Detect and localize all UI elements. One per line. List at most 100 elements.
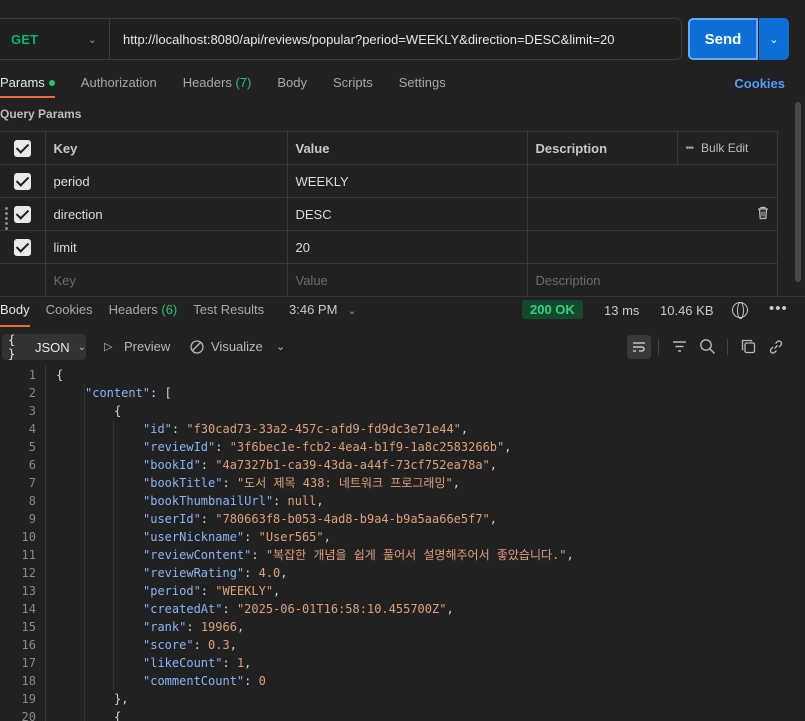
response-body-viewer[interactable]: 1{2 "content": [3{4 "id": "f30cad73-33a2-4… — [0, 366, 805, 721]
active-dot-icon — [48, 79, 55, 86]
bulk-edit-icon: ••• — [685, 142, 694, 154]
new-param-row: Key Value Description — [0, 263, 778, 297]
line-number: 1 — [28, 368, 36, 382]
select-all-cell[interactable] — [0, 131, 46, 165]
response-time[interactable]: 13 ms — [604, 303, 639, 318]
indent-guide — [113, 420, 114, 690]
new-param-value-input[interactable]: Value — [286, 263, 528, 297]
column-header-description: Description — [526, 131, 678, 165]
tab-test-results[interactable]: Test Results — [193, 302, 264, 326]
tab-body[interactable]: Body — [277, 70, 307, 100]
checkbox-checked-icon[interactable] — [13, 205, 31, 223]
code-line: 14 "createdAt": "2025-06-01T16:58:10.4557… — [0, 600, 805, 618]
code-text: "bookThumbnailUrl": null, — [143, 494, 324, 508]
response-size[interactable]: 10.46 KB — [660, 303, 714, 318]
code-line: 19}, — [0, 690, 805, 708]
line-number: 4 — [28, 422, 36, 436]
method-select[interactable]: GET ⌄ — [0, 19, 110, 59]
code-text: { — [114, 710, 122, 721]
line-number: 7 — [28, 476, 36, 490]
globe-icon[interactable] — [732, 302, 748, 319]
send-button[interactable]: Send — [688, 18, 758, 60]
code-text: { — [114, 404, 122, 418]
tab-response-headers[interactable]: Headers (6) — [109, 302, 178, 326]
chevron-down-icon[interactable]: ⌄ — [276, 340, 285, 353]
toolbar-divider — [727, 339, 728, 355]
param-value[interactable]: 20 — [286, 230, 528, 264]
code-text: "commentCount": 0 — [143, 674, 266, 688]
url-input[interactable]: http://localhost:8080/api/reviews/popula… — [110, 32, 615, 47]
chevron-down-icon: ⌄ — [77, 341, 86, 353]
code-text: "period": "WEEKLY", — [143, 584, 281, 598]
line-number: 5 — [28, 440, 36, 454]
code-text: "reviewId": "3f6bec1e-fcb2-4ea4-b1f9-1a8… — [143, 440, 512, 454]
code-line: 16 "score": 0.3, — [0, 636, 805, 654]
request-tabs: Params Authorization Headers (7) Body Sc… — [0, 70, 805, 100]
link-icon[interactable] — [768, 339, 784, 355]
tab-headers[interactable]: Headers (7) — [183, 70, 252, 100]
tab-params[interactable]: Params — [0, 70, 55, 100]
param-key[interactable]: limit — [44, 230, 288, 264]
visualize-button[interactable]: Visualize — [211, 339, 263, 354]
copy-icon[interactable] — [741, 339, 756, 354]
checkbox-checked-icon[interactable] — [13, 172, 31, 190]
response-tabs: Body Cookies Headers (6) Test Results — [0, 302, 280, 327]
drag-handle-icon[interactable] — [5, 207, 13, 230]
status-badge[interactable]: 200 OK — [522, 300, 583, 319]
line-number: 8 — [28, 494, 36, 508]
bulk-edit-button[interactable]: ••• Bulk Edit — [676, 131, 778, 165]
table-row: period WEEKLY — [0, 164, 778, 198]
param-key[interactable]: direction — [44, 197, 288, 231]
method-label: GET — [11, 31, 39, 47]
play-icon: ▷ — [104, 341, 113, 353]
code-line: 11 "reviewContent": "복잡한 개념을 쉽게 풀어서 설명해주어… — [0, 546, 805, 564]
preview-button[interactable]: Preview — [124, 339, 170, 354]
cookies-link[interactable]: Cookies — [734, 76, 785, 91]
format-select[interactable]: { } JSON ⌄ — [2, 333, 86, 361]
param-description[interactable] — [526, 197, 778, 231]
code-line: 12 "reviewRating": 4.0, — [0, 564, 805, 582]
checkbox-checked-icon[interactable] — [13, 238, 31, 256]
code-text: "userId": "780663f8-b053-4ad8-b9a4-b9a5a… — [143, 512, 498, 526]
send-options-button[interactable]: ⌄ — [759, 18, 789, 60]
line-number: 19 — [21, 692, 36, 706]
params-scrollbar[interactable] — [795, 102, 801, 282]
code-line: 1{ — [0, 366, 805, 384]
checkbox-checked-icon[interactable] — [13, 139, 31, 157]
code-text: "createdAt": "2025-06-01T16:58:10.455700… — [143, 602, 454, 616]
tab-response-cookies[interactable]: Cookies — [46, 302, 93, 326]
code-line: 7 "bookTitle": "도서 제목 438: 네트워크 프로그래밍", — [0, 474, 805, 492]
line-number: 9 — [28, 512, 36, 526]
code-text: { — [56, 368, 64, 382]
line-number: 11 — [21, 548, 36, 562]
code-text: "content": [ — [85, 386, 172, 400]
trash-icon[interactable] — [757, 206, 769, 220]
code-text: }, — [114, 692, 129, 706]
table-row: limit 20 — [0, 230, 778, 264]
param-description[interactable] — [526, 230, 778, 264]
param-value[interactable]: DESC — [286, 197, 528, 231]
param-key[interactable]: period — [44, 164, 288, 198]
new-param-key-input[interactable]: Key — [44, 263, 288, 297]
wrap-lines-button[interactable] — [627, 335, 651, 359]
tab-authorization[interactable]: Authorization — [81, 70, 157, 100]
chevron-down-icon: ⌄ — [769, 33, 779, 46]
column-header-key: Key — [44, 131, 288, 165]
param-value[interactable]: WEEKLY — [286, 164, 528, 198]
more-options-icon[interactable]: ••• — [769, 300, 788, 317]
param-description[interactable] — [526, 164, 778, 198]
tab-response-body[interactable]: Body — [0, 302, 30, 327]
new-param-description-input[interactable]: Description — [526, 263, 778, 297]
line-number: 2 — [28, 386, 36, 400]
tab-scripts[interactable]: Scripts — [333, 70, 373, 100]
code-text: "id": "f30cad73-33a2-457c-afd9-fd9dc3e71… — [143, 422, 469, 436]
tab-settings[interactable]: Settings — [399, 70, 446, 100]
response-history-select[interactable]: 3:46 PM ⌄ — [289, 302, 357, 317]
query-params-label: Query Params — [0, 107, 82, 121]
column-header-value: Value — [286, 131, 528, 165]
search-icon[interactable] — [699, 338, 716, 355]
table-header-row: Key Value Description ••• Bulk Edit — [0, 131, 778, 165]
filter-icon[interactable] — [672, 340, 687, 353]
code-line: 10 "userNickname": "User565", — [0, 528, 805, 546]
code-text: "reviewContent": "복잡한 개념을 쉽게 풀어서 설명해주어서 … — [143, 548, 574, 562]
